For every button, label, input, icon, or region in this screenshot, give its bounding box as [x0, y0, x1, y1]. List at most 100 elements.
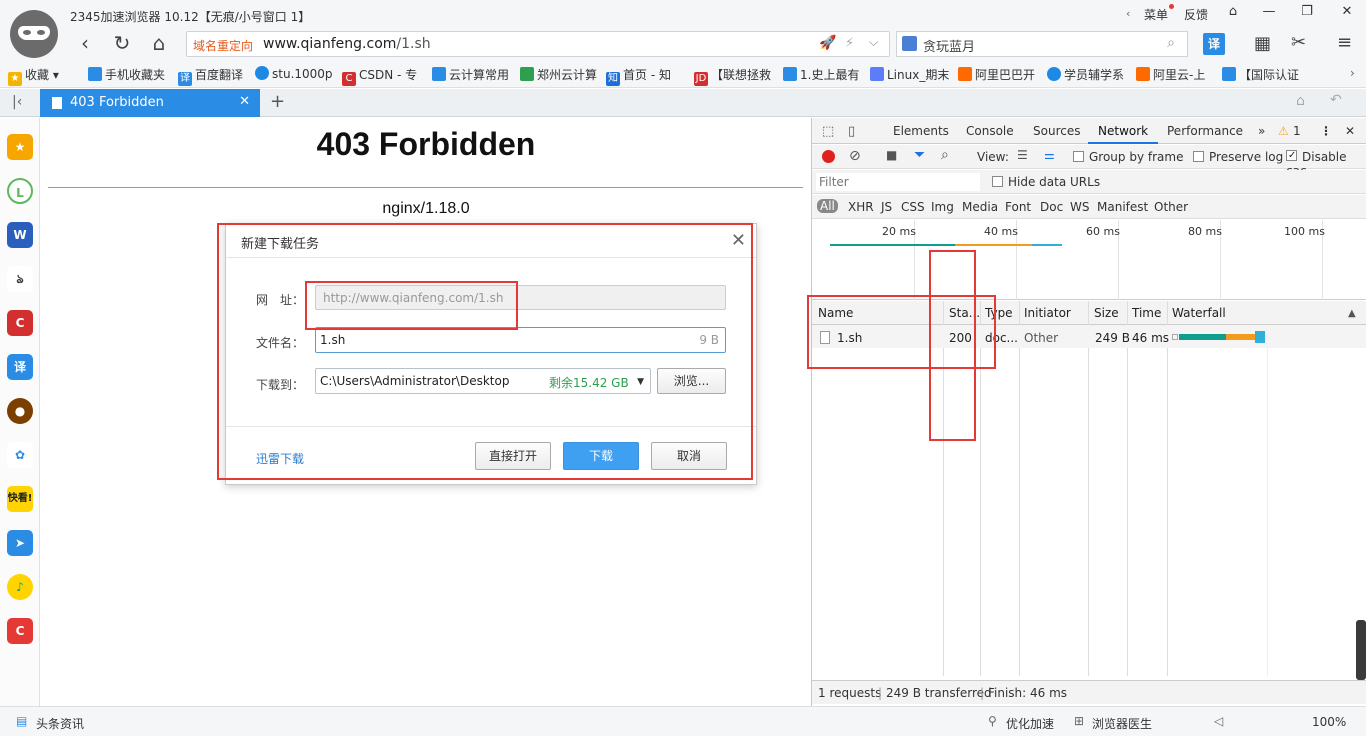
- bookmark-item[interactable]: 【国际认证: [1222, 66, 1299, 83]
- tab-performance[interactable]: Performance: [1167, 124, 1243, 138]
- type-css[interactable]: CSS: [901, 200, 925, 214]
- clear-icon[interactable]: ⊘: [849, 148, 861, 164]
- favorites-icon[interactable]: ★: [7, 134, 33, 160]
- screenshot-icon[interactable]: ■: [886, 148, 897, 162]
- close-devtools-icon[interactable]: ✕: [1345, 124, 1355, 138]
- type-font[interactable]: Font: [1005, 200, 1031, 214]
- bookmark-item[interactable]: C CSDN - 专: [342, 66, 417, 86]
- search-box[interactable]: 贪玩蓝月 ⌕: [896, 31, 1188, 57]
- music-icon[interactable]: ♪: [7, 574, 33, 600]
- clock-icon[interactable]: L: [7, 178, 33, 204]
- type-img[interactable]: Img: [931, 200, 954, 214]
- group-by-frame-checkbox[interactable]: Group by frame: [1073, 150, 1183, 164]
- type-media[interactable]: Media: [962, 200, 998, 214]
- apps-grid-icon[interactable]: ▦: [1254, 33, 1271, 54]
- menu-button[interactable]: 菜单: [1144, 6, 1168, 23]
- bookmark-item[interactable]: JD 【联想拯救: [694, 66, 771, 86]
- csdn-icon[interactable]: C: [7, 618, 33, 644]
- back-button[interactable]: ‹: [72, 32, 98, 56]
- bookmark-item[interactable]: Linux_期末: [870, 66, 949, 83]
- tab-elements[interactable]: Elements: [893, 124, 949, 138]
- news-link[interactable]: 头条资讯: [36, 715, 84, 732]
- bookmark-item[interactable]: 阿里巴巴开: [958, 66, 1035, 83]
- speedup-icon[interactable]: ⚲: [988, 714, 997, 728]
- more-menu-icon[interactable]: ≡: [1337, 32, 1352, 53]
- type-other[interactable]: Other: [1154, 200, 1188, 214]
- translate-icon[interactable]: 译: [1203, 33, 1225, 55]
- type-manifest[interactable]: Manifest: [1097, 200, 1148, 214]
- search-input[interactable]: 贪玩蓝月: [923, 36, 975, 55]
- chevron-down-icon[interactable]: ⌵: [869, 35, 878, 50]
- bookmark-item[interactable]: ★ 收藏 ▾: [8, 66, 59, 86]
- tab-active[interactable]: 403 Forbidden ✕: [40, 89, 260, 117]
- list-view-icon[interactable]: ☰: [1017, 148, 1028, 162]
- warning-icon[interactable]: ⚠: [1278, 124, 1289, 138]
- preserve-log-checkbox[interactable]: Preserve log: [1193, 150, 1283, 164]
- zoom-level[interactable]: 100%: [1312, 715, 1346, 729]
- home-button[interactable]: ⌂: [146, 32, 172, 56]
- col-time[interactable]: Time: [1132, 306, 1161, 320]
- close-tab-icon[interactable]: ✕: [239, 94, 250, 109]
- bookmark-item[interactable]: 知首页 - 知: [606, 66, 671, 86]
- search-icon[interactable]: ⌕: [1167, 35, 1175, 51]
- game-icon[interactable]: ●: [7, 398, 33, 424]
- tools-icon[interactable]: ✂: [1291, 32, 1306, 53]
- bookmark-item[interactable]: 郑州云计算: [520, 66, 597, 83]
- new-tab-button[interactable]: +: [270, 91, 285, 112]
- doctor-link[interactable]: 浏览器医生: [1092, 715, 1152, 732]
- inspect-icon[interactable]: ⬚: [822, 124, 834, 139]
- csdn-icon[interactable]: C: [7, 310, 33, 336]
- kebab-menu-icon[interactable]: ⋮: [1320, 124, 1332, 138]
- restore-button[interactable]: ❐: [1296, 4, 1318, 24]
- bookmark-item[interactable]: 1.史上最有: [783, 66, 859, 83]
- filter-icon[interactable]: ⏷: [914, 147, 925, 163]
- skin-icon[interactable]: ⌂: [1222, 4, 1244, 24]
- send-icon[interactable]: ➤: [7, 530, 33, 556]
- address-bar[interactable]: 域名重定向 www.qianfeng.com/1.sh 🚀 ⚡ ⌵: [186, 31, 890, 57]
- type-all[interactable]: All: [817, 199, 838, 213]
- volume-icon[interactable]: ◁: [1214, 714, 1223, 728]
- tab-network[interactable]: Network: [1098, 124, 1148, 138]
- minimize-button[interactable]: —: [1258, 4, 1280, 24]
- close-window-button[interactable]: ✕: [1336, 4, 1358, 24]
- speedup-link[interactable]: 优化加速: [1006, 715, 1054, 732]
- more-tabs-icon[interactable]: »: [1258, 124, 1265, 138]
- network-overview[interactable]: 20 ms 40 ms 60 ms 80 ms 100 ms: [812, 220, 1366, 300]
- chevron-right-icon[interactable]: ›: [1350, 66, 1355, 80]
- type-js[interactable]: JS: [881, 200, 892, 214]
- undo-icon[interactable]: ↶: [1330, 92, 1342, 108]
- chevron-left-icon[interactable]: ‹: [1126, 7, 1130, 20]
- bookmark-item[interactable]: 学员辅学系: [1047, 66, 1124, 83]
- filter-input[interactable]: Filter: [816, 173, 980, 191]
- script-icon[interactable]: ঌ: [7, 266, 33, 292]
- word-icon[interactable]: W: [7, 222, 33, 248]
- record-icon[interactable]: [822, 150, 835, 163]
- type-xhr[interactable]: XHR: [848, 200, 874, 214]
- waterfall-view-icon[interactable]: ⚌: [1044, 148, 1055, 162]
- col-waterfall[interactable]: Waterfall: [1172, 306, 1226, 320]
- tab-console[interactable]: Console: [966, 124, 1014, 138]
- feedback-button[interactable]: 反馈: [1184, 6, 1208, 23]
- sort-up-icon[interactable]: ▲: [1348, 308, 1356, 319]
- translate-icon[interactable]: 译: [7, 354, 33, 380]
- doctor-icon[interactable]: ⊞: [1074, 714, 1084, 728]
- cloud-icon[interactable]: ✿: [7, 442, 33, 468]
- tab-sources[interactable]: Sources: [1033, 124, 1080, 138]
- url-text[interactable]: www.qianfeng.com/1.sh: [263, 36, 431, 52]
- recycle-icon[interactable]: ⌂: [1296, 93, 1305, 109]
- bookmark-item[interactable]: 译百度翻译: [178, 66, 243, 86]
- news-icon[interactable]: ▤: [16, 714, 27, 728]
- refresh-button[interactable]: ↻: [109, 32, 135, 56]
- kuaikan-icon[interactable]: 快看!: [7, 486, 33, 512]
- scrollbar-handle[interactable]: [1356, 620, 1366, 680]
- type-ws[interactable]: WS: [1070, 200, 1089, 214]
- type-doc[interactable]: Doc: [1040, 200, 1063, 214]
- search-icon[interactable]: ⌕: [941, 147, 949, 163]
- col-size[interactable]: Size: [1094, 306, 1119, 320]
- bookmark-item[interactable]: 手机收藏夹: [88, 66, 165, 83]
- bookmark-item[interactable]: stu.1000p: [255, 66, 333, 81]
- rocket-icon[interactable]: 🚀: [819, 35, 836, 51]
- col-initiator[interactable]: Initiator: [1024, 306, 1071, 320]
- bookmark-item[interactable]: 云计算常用: [432, 66, 509, 83]
- bookmark-item[interactable]: 阿里云-上: [1136, 66, 1205, 83]
